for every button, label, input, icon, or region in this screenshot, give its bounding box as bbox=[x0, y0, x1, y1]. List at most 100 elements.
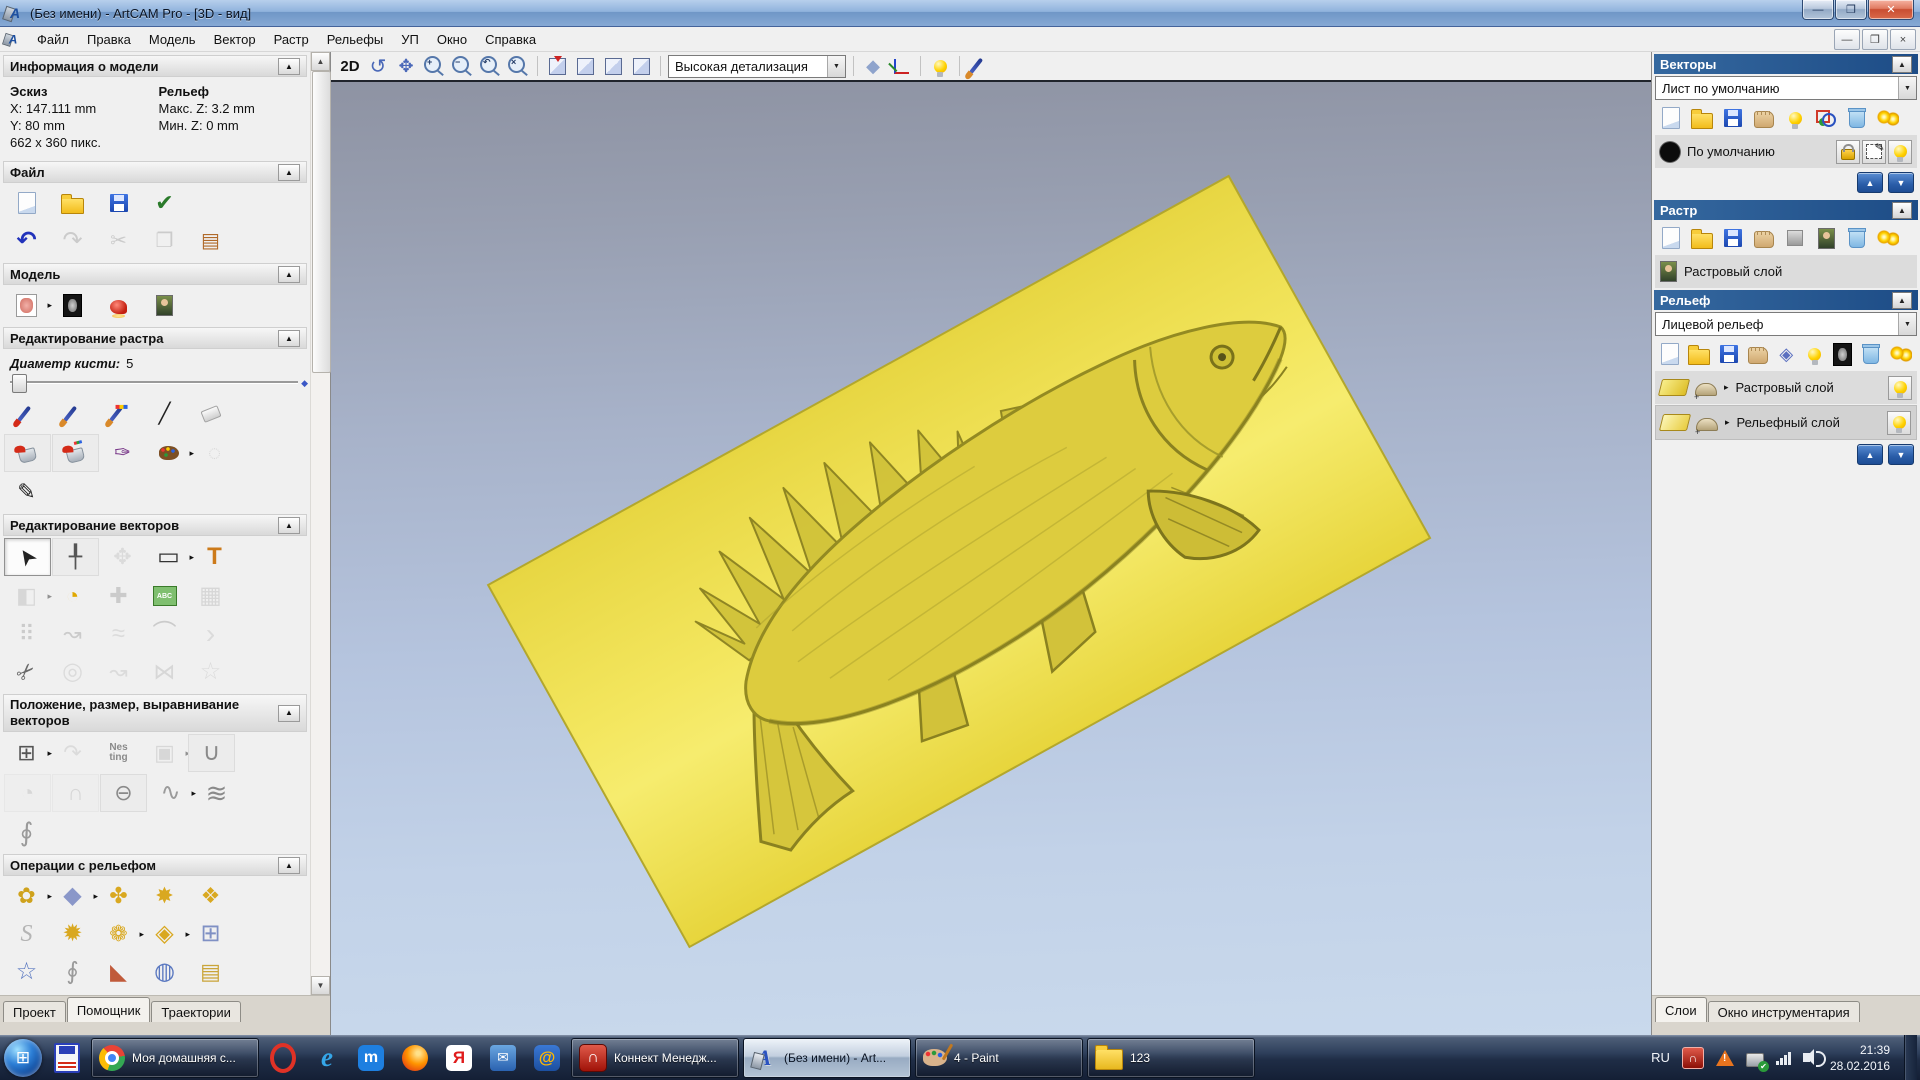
visibility-button[interactable] bbox=[1887, 411, 1911, 435]
weave-relief-button[interactable]: ✹ bbox=[50, 916, 95, 952]
relief-layer-raster[interactable]: ▸Растровый слой bbox=[1655, 371, 1917, 404]
move-layer-down-button[interactable]: ▼ bbox=[1888, 172, 1914, 193]
draw-line-button[interactable]: ╱ bbox=[142, 396, 187, 432]
rotate-view-button[interactable]: ↺ bbox=[366, 54, 390, 78]
pan-view-button[interactable]: ✥ bbox=[394, 54, 418, 78]
relief-all-visible-button[interactable] bbox=[1890, 343, 1912, 365]
create-dots-button[interactable]: ⠿ bbox=[4, 616, 49, 652]
combine-mode-icon[interactable] bbox=[1695, 383, 1717, 396]
shape-editor-button[interactable]: ◈ bbox=[142, 916, 187, 952]
transform-size-button[interactable]: ⊞ bbox=[4, 735, 49, 771]
zero-plane-button[interactable]: ◆ bbox=[50, 878, 95, 914]
raster-save-button[interactable] bbox=[1722, 227, 1744, 249]
window-folder-123[interactable]: 123 bbox=[1087, 1038, 1255, 1078]
collapse-button[interactable]: ▲ bbox=[1892, 202, 1912, 219]
vector-new-sheet-button[interactable] bbox=[1660, 107, 1682, 129]
vector-delete-button[interactable] bbox=[1846, 107, 1868, 129]
vector-open-button[interactable] bbox=[1691, 107, 1713, 129]
relief-plate[interactable] bbox=[488, 176, 1430, 947]
maxthon-button[interactable]: m bbox=[351, 1038, 391, 1078]
collapse-button[interactable]: ▲ bbox=[278, 266, 300, 283]
yandex-button[interactable]: Я bbox=[439, 1038, 479, 1078]
collapse-button[interactable]: ▲ bbox=[1892, 56, 1912, 73]
window-konnekt[interactable]: ∩Коннект Менедж... bbox=[571, 1038, 739, 1078]
offset-relief-button[interactable]: ⊞ bbox=[188, 916, 233, 952]
start-button[interactable]: ⊞ bbox=[4, 1039, 42, 1077]
vector-shapes-button[interactable] bbox=[1815, 107, 1837, 129]
view-along-x-button[interactable] bbox=[573, 54, 597, 78]
raster-open-button[interactable] bbox=[1691, 227, 1713, 249]
vector-layer-row[interactable]: По умолчанию bbox=[1655, 135, 1917, 168]
adjust-model-button[interactable] bbox=[4, 287, 49, 323]
palette-button[interactable] bbox=[146, 435, 191, 471]
volume-icon[interactable] bbox=[1803, 1053, 1810, 1062]
language-indicator[interactable]: RU bbox=[1651, 1050, 1670, 1065]
relief-open-button[interactable] bbox=[1688, 343, 1710, 365]
collapse-button[interactable]: ▲ bbox=[278, 58, 300, 75]
smudge-relief-button[interactable]: ❖ bbox=[188, 878, 233, 914]
menu-edit[interactable]: Правка bbox=[78, 29, 140, 50]
relief-stack-button[interactable]: ◈ bbox=[1777, 343, 1796, 365]
relief-star-button[interactable]: ☆ bbox=[4, 954, 49, 990]
flood-fill-colours-button[interactable] bbox=[52, 434, 99, 472]
toggle-lights-button[interactable] bbox=[928, 54, 952, 78]
flood-fill-button[interactable] bbox=[4, 434, 51, 472]
subtract-vectors-button[interactable]: ◔ bbox=[4, 774, 51, 812]
usb-device-icon[interactable] bbox=[1746, 1053, 1764, 1067]
create-rectangle-button[interactable]: ▭ bbox=[146, 539, 191, 575]
measure-button[interactable]: ◔ bbox=[50, 578, 95, 614]
3d-view-canvas[interactable] bbox=[331, 80, 1651, 1035]
create-arc-button[interactable]: ⌒ bbox=[142, 616, 187, 652]
menu-file[interactable]: Файл bbox=[28, 29, 78, 50]
network-signal-icon[interactable] bbox=[1776, 1051, 1791, 1065]
move-layer-up-button[interactable]: ▲ bbox=[1857, 172, 1883, 193]
clock[interactable]: 21:39 28.02.2016 bbox=[1830, 1042, 1890, 1074]
abc-tile-button[interactable]: ABC bbox=[142, 578, 187, 614]
visibility-button[interactable] bbox=[1888, 376, 1912, 400]
redo-button[interactable]: ↷ bbox=[50, 223, 95, 259]
tab-assistant[interactable]: Помощник bbox=[67, 997, 151, 1022]
deselect-colour-button[interactable]: ◌ bbox=[192, 435, 237, 471]
internet-explorer-button[interactable]: e bbox=[307, 1038, 347, 1078]
relief-wedge-button[interactable]: ◣ bbox=[96, 954, 141, 990]
raster-merge-button[interactable] bbox=[1753, 227, 1775, 249]
spiral-tool-button[interactable]: ∮ bbox=[4, 814, 49, 850]
mailru-button[interactable]: @ bbox=[527, 1038, 567, 1078]
copy-button[interactable]: ❐ bbox=[142, 223, 187, 259]
dropdown-arrow-icon[interactable]: ▼ bbox=[827, 56, 845, 77]
dropdown-arrow-icon[interactable]: ▼ bbox=[1898, 77, 1916, 99]
expand-arrow-icon[interactable]: ▸ bbox=[1724, 382, 1729, 393]
show-desktop-button[interactable] bbox=[1904, 1035, 1917, 1080]
firefox-button[interactable] bbox=[395, 1038, 435, 1078]
mdi-close-button[interactable]: × bbox=[1890, 29, 1916, 50]
combine-mode-icon[interactable] bbox=[1696, 418, 1718, 431]
move-layer-down-button[interactable]: ▼ bbox=[1888, 444, 1914, 465]
vector-bulb-button[interactable] bbox=[1784, 107, 1806, 129]
overlap-vectors-button[interactable]: ⊖ bbox=[100, 774, 147, 812]
slider-thumb[interactable] bbox=[12, 374, 27, 393]
dropdown-arrow-icon[interactable]: ▼ bbox=[1898, 313, 1916, 335]
collapse-button[interactable]: ▲ bbox=[278, 164, 300, 181]
paint-selective-button[interactable] bbox=[96, 396, 141, 432]
tab-project[interactable]: Проект bbox=[3, 1001, 66, 1022]
relief-merge-button[interactable] bbox=[1748, 343, 1768, 365]
menu-window[interactable]: Окно bbox=[428, 29, 476, 50]
raster-layer-row[interactable]: Растровый слой bbox=[1655, 255, 1917, 288]
text-on-curve-button[interactable]: ↷ bbox=[50, 735, 95, 771]
menu-toolpaths[interactable]: УП bbox=[392, 29, 428, 50]
light-material-button[interactable] bbox=[96, 287, 141, 323]
maximize-button[interactable]: ❐ bbox=[1835, 0, 1867, 20]
save-model-button[interactable] bbox=[96, 185, 141, 221]
expand-arrow-icon[interactable]: ▸ bbox=[1725, 417, 1730, 428]
block-nest-button[interactable]: ▣ bbox=[142, 735, 187, 771]
floppy-shortcut-button[interactable] bbox=[47, 1038, 87, 1078]
mdi-restore-button[interactable]: ❐ bbox=[1862, 29, 1888, 50]
undo-button[interactable]: ↶ bbox=[4, 223, 49, 259]
greyscale-view-button[interactable] bbox=[50, 287, 95, 323]
chevron-tool-button[interactable]: › bbox=[188, 616, 233, 652]
relief-swirl-button[interactable]: ∮ bbox=[50, 954, 95, 990]
create-text-button[interactable]: T bbox=[192, 539, 237, 575]
raster-blank-button[interactable] bbox=[1784, 227, 1806, 249]
vector-save-button[interactable] bbox=[1722, 107, 1744, 129]
open-model-button[interactable] bbox=[50, 185, 95, 221]
